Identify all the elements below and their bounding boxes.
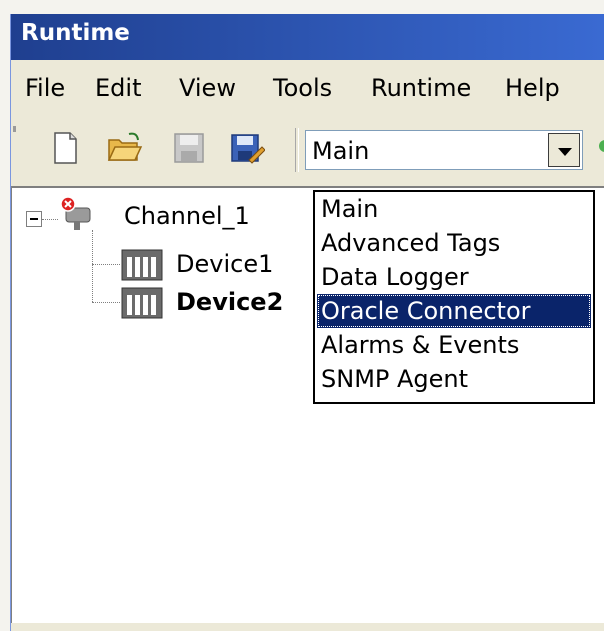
add-icon[interactable] (599, 140, 604, 152)
menu-help[interactable]: Help (505, 74, 560, 102)
combo-dropdown-list: Main Advanced Tags Data Logger Oracle Co… (313, 190, 595, 404)
dropdown-option-main[interactable]: Main (317, 192, 591, 226)
runtime-window: Runtime File Edit View Tools Runtime Hel… (10, 14, 604, 631)
menu-edit[interactable]: Edit (95, 74, 141, 102)
menu-runtime[interactable]: Runtime (371, 74, 471, 102)
collapse-toggle[interactable] (26, 211, 42, 227)
tree-connector (92, 264, 120, 265)
tree-item-channel[interactable]: Channel_1 (124, 202, 250, 230)
toolbar-grip[interactable] (13, 126, 16, 132)
save-icon[interactable] (171, 130, 207, 166)
tree-connector (92, 302, 120, 303)
toolbar: Main (11, 118, 604, 184)
tree-connector (92, 230, 93, 302)
window-title: Runtime (21, 20, 130, 46)
combo-value: Main (312, 137, 370, 165)
menu-tools[interactable]: Tools (273, 74, 332, 102)
menu-view[interactable]: View (179, 74, 236, 102)
dropdown-option-advanced-tags[interactable]: Advanced Tags (317, 226, 591, 260)
combo-dropdown-button[interactable] (548, 133, 580, 167)
dropdown-option-data-logger[interactable]: Data Logger (317, 260, 591, 294)
tree-item-device2[interactable]: Device2 (176, 288, 283, 316)
tree-connector (42, 219, 58, 220)
dropdown-option-snmp-agent[interactable]: SNMP Agent (317, 362, 591, 396)
device-icon (121, 287, 163, 319)
channel-icon (60, 196, 91, 230)
toolbar-separator (295, 128, 299, 172)
chevron-down-icon (558, 148, 572, 156)
save-as-icon[interactable] (229, 130, 265, 166)
open-folder-icon[interactable] (107, 130, 143, 166)
dropdown-option-alarms-events[interactable]: Alarms & Events (317, 328, 591, 362)
view-combobox[interactable]: Main (305, 130, 583, 170)
title-bar[interactable]: Runtime (11, 14, 604, 60)
menu-bar: File Edit View Tools Runtime Help (11, 62, 604, 114)
window-bottom-border (11, 623, 604, 631)
device-icon (121, 249, 163, 281)
menu-file[interactable]: File (25, 74, 65, 102)
tree-item-device1[interactable]: Device1 (176, 250, 273, 278)
new-document-icon[interactable] (47, 130, 83, 166)
dropdown-option-oracle-connector[interactable]: Oracle Connector (317, 294, 591, 328)
